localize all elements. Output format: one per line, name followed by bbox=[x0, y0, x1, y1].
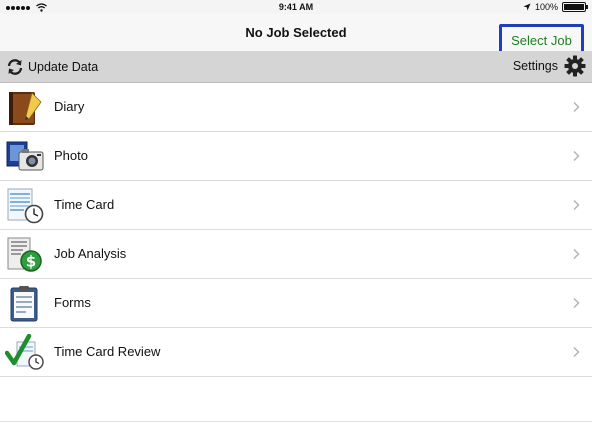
gear-icon bbox=[564, 55, 586, 77]
diary-book-icon bbox=[9, 92, 42, 125]
menu-item-job-analysis[interactable]: $ Job Analysis bbox=[0, 230, 592, 279]
menu-item-label: Photo bbox=[54, 148, 88, 163]
refresh-icon bbox=[7, 59, 23, 75]
chevron-right-icon bbox=[573, 199, 580, 211]
menu-item-diary[interactable]: Diary bbox=[0, 83, 592, 132]
menu-item-label: Diary bbox=[54, 99, 85, 114]
menu-item-label: Time Card Review bbox=[54, 344, 161, 359]
svg-text:$: $ bbox=[26, 253, 36, 271]
settings-button[interactable]: Settings bbox=[513, 55, 586, 77]
status-bar: 9:41 AM 100% bbox=[0, 0, 592, 14]
list-bottom-divider bbox=[0, 421, 592, 422]
menu-item-time-card[interactable]: Time Card bbox=[0, 181, 592, 230]
camera-photo-icon bbox=[6, 141, 44, 171]
update-data-label: Update Data bbox=[28, 60, 99, 74]
location-arrow-icon bbox=[523, 3, 531, 11]
chevron-right-icon bbox=[573, 248, 580, 260]
chevron-right-icon bbox=[573, 346, 580, 358]
battery-icon bbox=[562, 2, 588, 12]
job-analysis-dollar-icon: $ bbox=[7, 237, 42, 272]
nav-bar: No Job Selected Select Job bbox=[0, 14, 592, 57]
status-time: 9:41 AM bbox=[278, 2, 314, 12]
menu-item-forms[interactable]: Forms bbox=[0, 279, 592, 328]
menu-item-time-card-review[interactable]: Time Card Review bbox=[0, 328, 592, 377]
update-data-button[interactable]: Update Data bbox=[6, 58, 98, 76]
chevron-right-icon bbox=[573, 101, 580, 113]
status-right: 100% bbox=[523, 2, 588, 12]
time-card-clock-icon bbox=[7, 188, 44, 224]
menu-item-label: Forms bbox=[54, 295, 91, 310]
menu-item-label: Time Card bbox=[54, 197, 115, 212]
toolbar: Update Data Settings bbox=[0, 51, 592, 83]
checkmark-review-icon bbox=[5, 334, 44, 370]
chevron-right-icon bbox=[573, 297, 580, 309]
chevron-right-icon bbox=[573, 150, 580, 162]
clipboard-forms-icon bbox=[10, 286, 38, 322]
menu-list: Diary Photo Time Card $ Job Analysis For… bbox=[0, 83, 592, 377]
menu-item-photo[interactable]: Photo bbox=[0, 132, 592, 181]
menu-item-label: Job Analysis bbox=[54, 246, 127, 261]
battery-percent: 100% bbox=[534, 2, 558, 12]
settings-label: Settings bbox=[512, 59, 558, 73]
